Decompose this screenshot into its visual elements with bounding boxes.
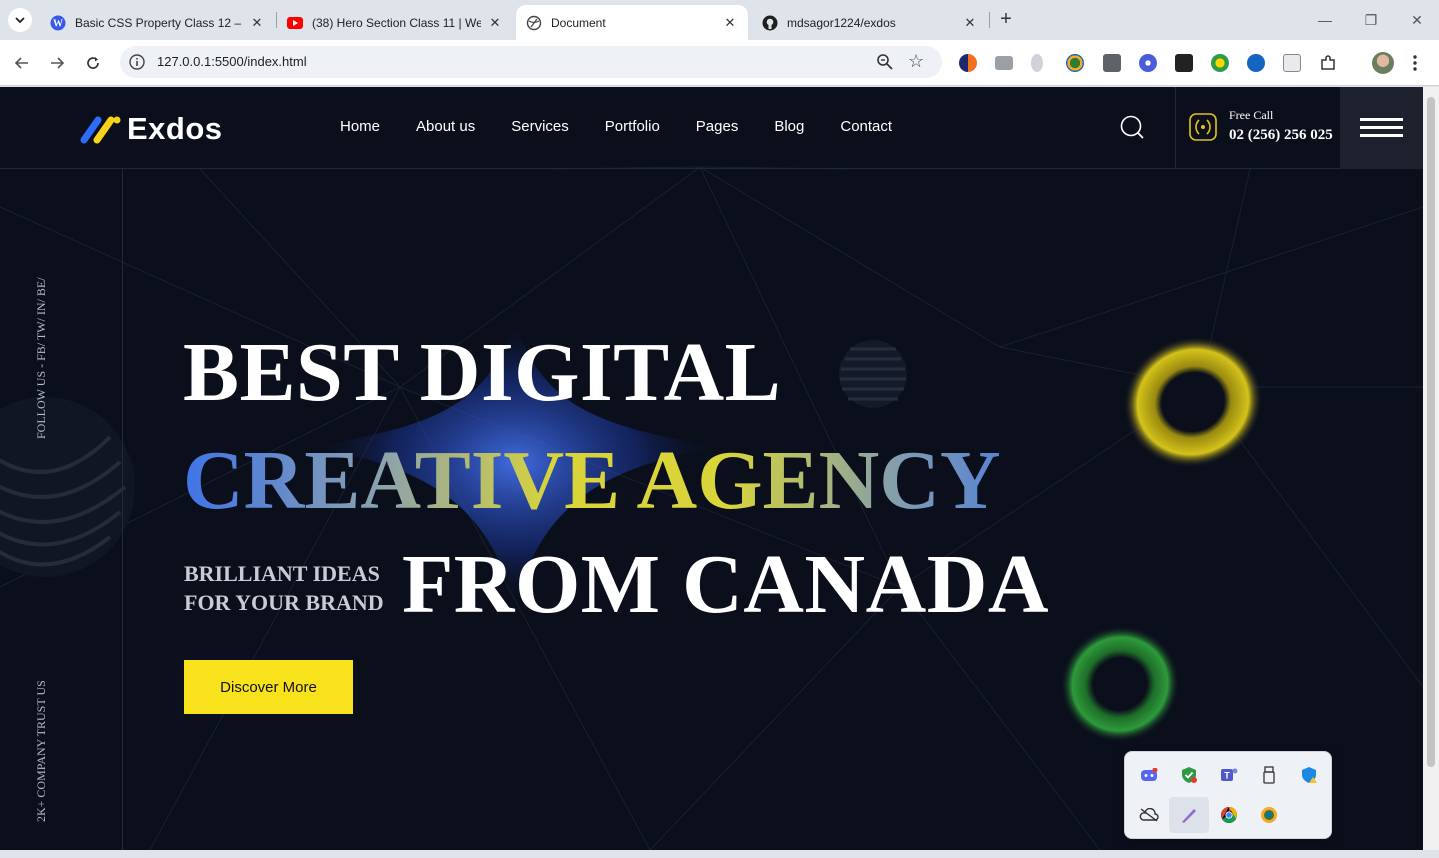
browser-toolbar: 127.0.0.1:5500/index.html ☆ [0,40,1439,86]
tab-title: Basic CSS Property Class 12 – W [75,15,243,30]
hero-gradient-text: CREATIVE AGENCY [183,434,1001,527]
tab-title: Document [551,15,606,30]
call-number[interactable]: 02 (256) 256 025 [1229,127,1333,144]
chrome-icon[interactable] [1209,797,1249,833]
phone-icon [1189,113,1217,141]
nav-services[interactable]: Services [511,118,569,135]
kebab-menu-icon[interactable] [1412,54,1422,72]
main-nav: Home About us Services Portfolio Pages B… [340,118,928,135]
tab-divider [989,12,990,28]
window-bottom-edge [0,850,1439,858]
hero-heading-line2: CREATIVE AGENCY [183,434,1001,527]
logo-mark-icon [80,116,121,144]
window-close-icon[interactable]: ✕ [1402,8,1432,32]
network-globe-icon[interactable] [1249,797,1289,833]
tab-title: mdsagor1224/exdos [787,15,896,30]
pen-icon[interactable] [1169,797,1209,833]
globe-icon [526,15,542,31]
teams-icon[interactable]: T [1209,757,1249,793]
hamburger-icon [1360,118,1403,137]
free-call-box[interactable]: Free Call 02 (256) 256 025 [1175,87,1341,169]
copy-icon[interactable] [1283,54,1301,72]
forward-arrow-icon[interactable] [44,50,70,76]
address-bar[interactable]: 127.0.0.1:5500/index.html ☆ [120,46,942,78]
close-icon[interactable]: ✕ [722,15,738,31]
site-logo[interactable]: Exdos [80,111,223,147]
logo-text: Exdos [127,111,223,146]
hero-heading-line3: FROM CANADA [402,538,1050,631]
reload-icon[interactable] [80,50,106,76]
search-icon[interactable] [1119,114,1145,140]
nav-home[interactable]: Home [340,118,380,135]
website-viewport: Exdos Home About us Services Portfolio P… [0,87,1423,850]
clipboard-icon[interactable] [1103,54,1121,72]
onedrive-offline-icon[interactable] [1129,797,1169,833]
close-icon[interactable]: ✕ [962,15,978,31]
close-icon[interactable]: ✕ [487,15,503,31]
hero-heading-line1: BEST DIGITAL [183,326,782,419]
url-text[interactable]: 127.0.0.1:5500/index.html [157,54,307,69]
puzzle-extensions-icon[interactable] [1319,54,1337,72]
discover-more-button[interactable]: Discover More [184,660,353,714]
follow-us-text[interactable]: FOLLOW US - FB/ TW/ IN/ BE/ [34,277,49,439]
hamburger-menu-button[interactable] [1340,87,1423,169]
wordpress-icon: W [50,15,66,31]
camera-icon[interactable] [995,56,1013,70]
scrollbar-thumb[interactable] [1427,97,1435,767]
chevron-down-icon [15,17,25,24]
extension-icon[interactable] [1031,54,1043,72]
side-divider [122,169,123,850]
svg-text:W: W [53,18,63,29]
extension-icon[interactable] [959,54,977,72]
youtube-icon [287,15,303,31]
svg-text:T: T [1224,771,1230,781]
nav-blog[interactable]: Blog [774,118,804,135]
browser-tab-active[interactable]: Document ✕ [516,5,748,40]
nav-about-us[interactable]: About us [416,118,475,135]
tagline-line1: BRILLIANT IDEAS [184,561,380,586]
tab-search-button[interactable] [8,8,32,32]
font-icon[interactable] [1175,54,1193,72]
network-globe-icon[interactable] [1066,54,1084,72]
security-shield-check-icon[interactable] [1169,757,1209,793]
usb-drive-icon[interactable] [1249,757,1289,793]
github-icon [762,15,778,31]
bookmark-star-icon[interactable]: ☆ [908,51,924,72]
close-icon[interactable]: ✕ [249,15,265,31]
hero-tagline: BRILLIANT IDEAS FOR YOUR BRAND [184,559,384,617]
discord-icon[interactable] [1129,757,1169,793]
browser-tab[interactable]: (38) Hero Section Class 11 | We ✕ [277,5,513,40]
snowflake-icon[interactable] [1139,54,1157,72]
new-tab-plus-icon[interactable]: + [996,9,1016,31]
nav-contact[interactable]: Contact [840,118,892,135]
back-arrow-icon[interactable] [9,50,35,76]
page-scrollbar[interactable] [1423,87,1439,850]
location-pin-icon[interactable] [1211,54,1229,72]
nav-portfolio[interactable]: Portfolio [605,118,660,135]
defender-warning-icon[interactable] [1289,757,1329,793]
minimize-icon[interactable]: — [1310,8,1340,32]
company-trust-text: 2K+ COMPANY TRUST US [34,680,48,822]
site-info-icon[interactable] [128,53,146,71]
tab-title: (38) Hero Section Class 11 | We [312,15,481,30]
browser-tab[interactable]: W Basic CSS Property Class 12 – W ✕ [40,5,275,40]
call-label: Free Call [1229,108,1274,122]
site-header: Exdos Home About us Services Portfolio P… [0,87,1423,169]
zoom-icon[interactable] [876,53,894,71]
avatar[interactable] [1372,52,1394,74]
browser-tab[interactable]: mdsagor1224/exdos ✕ [752,5,988,40]
browser-tab-bar: W Basic CSS Property Class 12 – W ✕ (38)… [0,0,1439,40]
system-tray-overflow: T [1124,751,1332,839]
nav-pages[interactable]: Pages [696,118,739,135]
tagline-line2: FOR YOUR BRAND [184,590,384,615]
restore-icon[interactable]: ❐ [1356,8,1386,32]
play-icon[interactable] [1247,54,1265,72]
